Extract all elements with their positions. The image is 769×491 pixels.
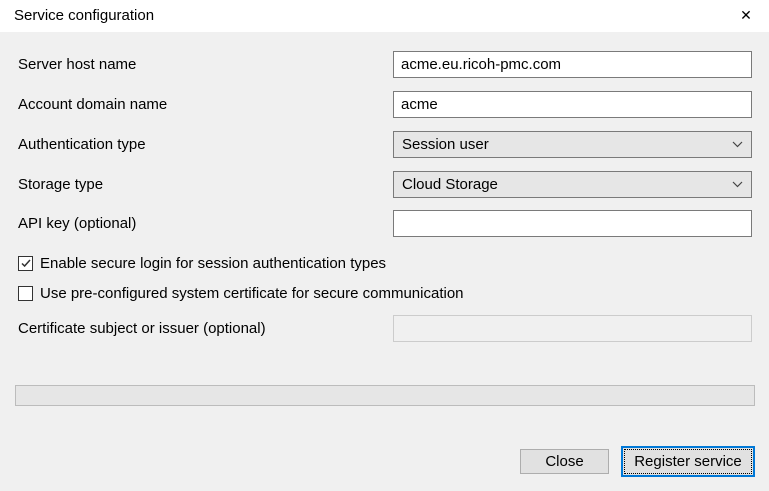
server-host-name-label: Server host name	[18, 51, 136, 78]
authentication-type-select[interactable]: Session user	[393, 131, 752, 158]
authentication-type-value: Session user	[402, 136, 732, 153]
authentication-type-label: Authentication type	[18, 131, 146, 158]
enable-secure-login-checkbox[interactable]	[18, 256, 33, 271]
progress-bar	[15, 385, 755, 406]
titlebar: Service configuration ✕	[0, 0, 769, 32]
account-domain-name-input[interactable]	[393, 91, 752, 118]
certificate-subject-label: Certificate subject or issuer (optional)	[18, 315, 266, 342]
chevron-down-icon	[732, 141, 743, 148]
server-host-name-input[interactable]	[393, 51, 752, 78]
storage-type-label: Storage type	[18, 171, 103, 198]
service-configuration-dialog: Service configuration ✕ Server host name…	[0, 0, 769, 491]
system-certificate-label: Use pre-configured system certificate fo…	[40, 285, 464, 302]
enable-secure-login-checkbox-row: Enable secure login for session authenti…	[18, 254, 386, 272]
api-key-input[interactable]	[393, 210, 752, 237]
enable-secure-login-label: Enable secure login for session authenti…	[40, 255, 386, 272]
checkmark-icon	[21, 259, 31, 268]
storage-type-value: Cloud Storage	[402, 176, 732, 193]
api-key-label: API key (optional)	[18, 210, 136, 237]
storage-type-select[interactable]: Cloud Storage	[393, 171, 752, 198]
close-button[interactable]: Close	[520, 449, 609, 474]
system-certificate-checkbox[interactable]	[18, 286, 33, 301]
close-icon[interactable]: ✕	[725, 0, 767, 31]
system-certificate-checkbox-row: Use pre-configured system certificate fo…	[18, 284, 464, 302]
certificate-subject-input	[393, 315, 752, 342]
register-service-button[interactable]: Register service	[621, 446, 755, 477]
account-domain-name-label: Account domain name	[18, 91, 167, 118]
dialog-title: Service configuration	[14, 0, 154, 31]
chevron-down-icon	[732, 181, 743, 188]
